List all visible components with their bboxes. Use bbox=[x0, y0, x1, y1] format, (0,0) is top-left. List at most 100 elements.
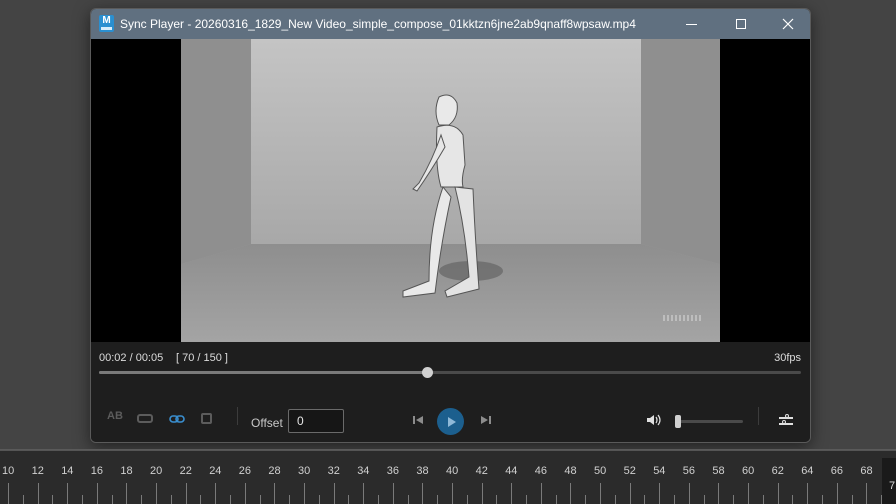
timeline-label: 66 bbox=[830, 465, 844, 477]
timeline-labels: 10 12 14 16 18 20 22 24 26 28 30 32 34 36 38 40 42 44 46 48… bbox=[0, 465, 896, 479]
timeline-label: 28 bbox=[268, 465, 281, 477]
timeline-tick bbox=[481, 483, 483, 504]
skip-back-icon bbox=[413, 416, 423, 424]
seek-bar[interactable] bbox=[99, 367, 801, 378]
timeline-tick bbox=[170, 495, 172, 504]
close-button[interactable] bbox=[765, 9, 810, 39]
timeline-tick bbox=[52, 495, 54, 504]
timeline-label: 38 bbox=[416, 465, 429, 477]
timeline-tick bbox=[407, 495, 409, 504]
timeline-label: 58 bbox=[712, 465, 725, 477]
settings-sliders-icon[interactable] bbox=[779, 414, 793, 426]
timeline-label: 24 bbox=[209, 465, 222, 477]
timeline-tick bbox=[259, 495, 261, 504]
title-bar[interactable]: M Sync Player - 20260316_1829_New Video_… bbox=[91, 9, 810, 39]
divider bbox=[237, 407, 238, 425]
timeline-tick bbox=[8, 483, 9, 504]
timeline-tick bbox=[555, 495, 557, 504]
timeline-tick bbox=[703, 495, 705, 504]
timeline-label: 40 bbox=[446, 465, 459, 477]
timeline-tick bbox=[659, 483, 661, 504]
timeline-label: 26 bbox=[238, 465, 252, 477]
frame-counter: [ 70 / 150 ] bbox=[176, 352, 228, 364]
timeline-tick bbox=[392, 483, 394, 504]
timeline-tick bbox=[111, 495, 113, 504]
timeline-tick bbox=[644, 495, 646, 504]
play-button[interactable] bbox=[437, 408, 464, 435]
timeline-ruler[interactable]: 10 12 14 16 18 20 22 24 26 28 30 32 34 36 38 40 42 44 46 48… bbox=[0, 449, 896, 504]
video-viewport[interactable] bbox=[91, 39, 810, 342]
volume-slider[interactable] bbox=[675, 415, 743, 428]
timeline-label: 20 bbox=[150, 465, 163, 477]
divider bbox=[758, 407, 759, 425]
timeline-label: 56 bbox=[682, 465, 696, 477]
loop-icon[interactable] bbox=[137, 414, 153, 423]
seek-handle[interactable] bbox=[421, 367, 433, 378]
timeline-label: 22 bbox=[179, 465, 192, 477]
offset-input[interactable]: 0 bbox=[288, 409, 344, 433]
timeline-tick bbox=[526, 495, 527, 504]
timeline-tick bbox=[496, 495, 498, 504]
timeline-label: 16 bbox=[90, 465, 104, 477]
time-readout: 00:02 / 00:05 bbox=[99, 352, 164, 364]
timeline-label: 30 bbox=[298, 465, 311, 477]
timeline-tick bbox=[244, 483, 246, 504]
timeline-tick bbox=[762, 495, 764, 504]
timeline-label: 68 bbox=[860, 465, 873, 477]
timeline-tick bbox=[82, 495, 83, 504]
timeline-tick bbox=[466, 495, 468, 504]
timeline-tick bbox=[378, 495, 379, 504]
current-frame-marker[interactable]: 7 bbox=[882, 458, 896, 504]
timeline-tick bbox=[333, 483, 335, 504]
skip-back-button[interactable] bbox=[413, 415, 423, 428]
timeline-label: 34 bbox=[357, 465, 370, 477]
skip-forward-button[interactable] bbox=[481, 415, 491, 428]
timeline-tick bbox=[540, 483, 542, 504]
timeline-tick bbox=[866, 483, 868, 504]
link-icon[interactable] bbox=[169, 414, 185, 427]
timeline-tick bbox=[718, 483, 720, 504]
maximize-icon bbox=[736, 19, 746, 29]
video-frame bbox=[181, 39, 720, 342]
timeline-label: 62 bbox=[771, 465, 784, 477]
timeline-tick bbox=[822, 495, 823, 504]
timeline-tick bbox=[200, 495, 202, 504]
lock-icon[interactable] bbox=[201, 413, 212, 424]
volume-handle[interactable] bbox=[675, 415, 681, 428]
offset-label: Offset bbox=[251, 416, 283, 430]
sync-player-window: M Sync Player - 20260316_1829_New Video_… bbox=[90, 8, 811, 443]
timeline-tick bbox=[304, 483, 305, 504]
maximize-button[interactable] bbox=[718, 9, 764, 39]
timeline-label: 12 bbox=[31, 465, 44, 477]
skip-forward-icon bbox=[481, 416, 491, 424]
timeline-label: 10 bbox=[2, 465, 15, 477]
play-icon bbox=[447, 416, 456, 427]
timeline-tick bbox=[511, 483, 513, 504]
minimize-button[interactable] bbox=[668, 9, 714, 39]
window-title: Sync Player - 20260316_1829_New Video_si… bbox=[120, 17, 636, 31]
timeline-tick bbox=[748, 483, 749, 504]
timeline-tick bbox=[851, 495, 853, 504]
timeline-tick bbox=[185, 483, 187, 504]
timeline-tick bbox=[96, 483, 98, 504]
timeline-tick bbox=[363, 483, 365, 504]
fps-readout: 30fps bbox=[774, 352, 801, 364]
timeline-tick bbox=[688, 483, 690, 504]
video-scene-image bbox=[181, 39, 720, 342]
timeline-tick bbox=[807, 483, 809, 504]
timeline-tick bbox=[318, 495, 320, 504]
timeline-label: 50 bbox=[594, 465, 607, 477]
timeline-label: 54 bbox=[653, 465, 666, 477]
volume-button[interactable] bbox=[647, 414, 663, 429]
ab-loop-button[interactable]: AB bbox=[107, 410, 123, 422]
timeline-tick bbox=[792, 495, 794, 504]
timeline-label: 18 bbox=[120, 465, 133, 477]
timeline-tick bbox=[452, 483, 453, 504]
timeline-tick bbox=[585, 495, 587, 504]
timeline-tick bbox=[629, 483, 631, 504]
timeline-tick bbox=[22, 495, 24, 504]
timeline-tick bbox=[67, 483, 69, 504]
timeline-label: 64 bbox=[801, 465, 814, 477]
timeline-tick bbox=[156, 483, 157, 504]
timeline-tick bbox=[836, 483, 838, 504]
